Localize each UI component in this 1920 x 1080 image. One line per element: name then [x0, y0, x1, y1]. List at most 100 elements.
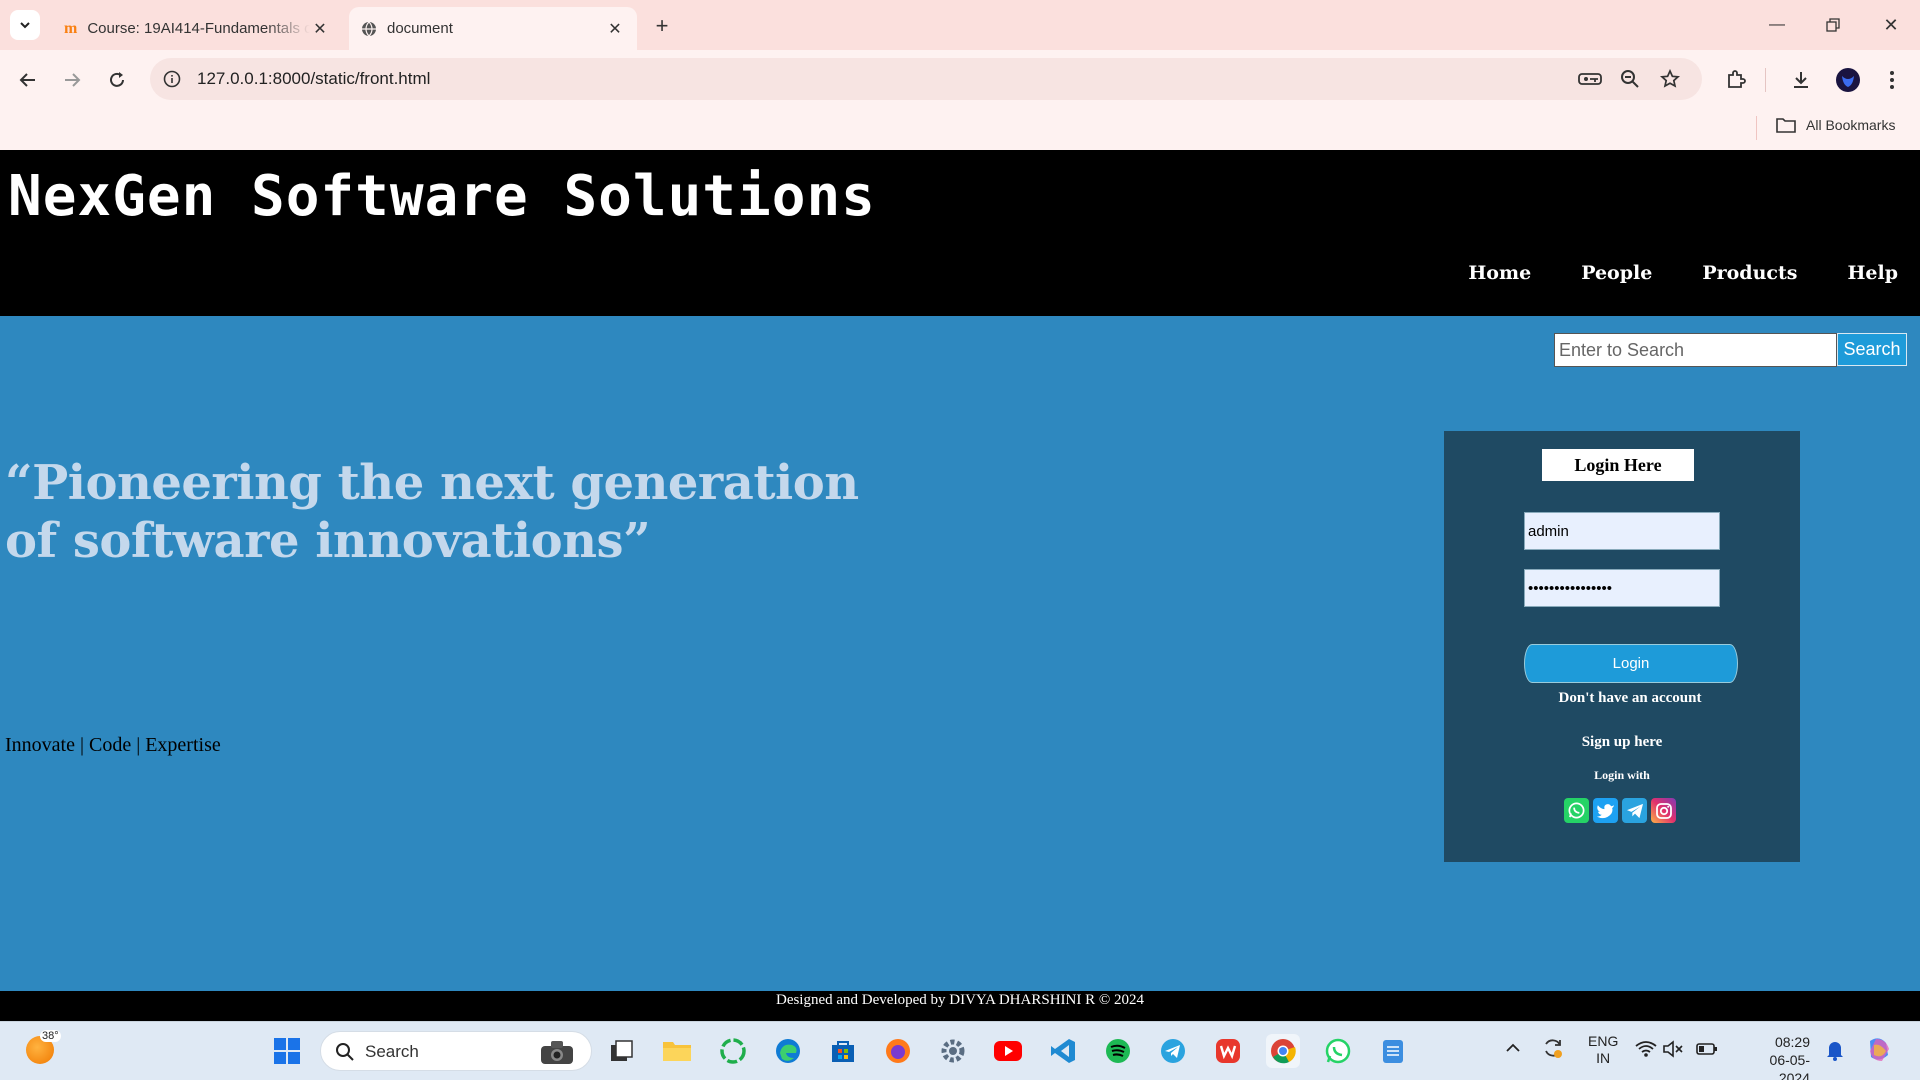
bookmark-star-icon[interactable] — [1658, 67, 1682, 91]
tab-strip: m Course: 19AI414-Fundamentals of Web Ap… — [0, 0, 1920, 50]
toolbar-divider — [1765, 68, 1766, 92]
browser-toolbar: 127.0.0.1:8000/static/front.html — [0, 50, 1920, 108]
search-input[interactable] — [1554, 333, 1837, 367]
password-field[interactable] — [1524, 569, 1720, 607]
instagram-icon[interactable] — [1651, 798, 1676, 823]
copilot-icon[interactable] — [1864, 1035, 1894, 1068]
no-account-text: Don't have an account — [1558, 690, 1702, 706]
arrow-right-icon — [65, 73, 81, 87]
whatsapp-icon[interactable] — [1564, 798, 1589, 823]
twitter-icon[interactable] — [1593, 798, 1618, 823]
sync-icon[interactable] — [1541, 1036, 1565, 1063]
edge-icon[interactable] — [771, 1034, 805, 1068]
language-indicator[interactable]: ENG IN — [1588, 1033, 1618, 1067]
spotify-icon[interactable] — [1101, 1034, 1135, 1068]
extensions-button[interactable] — [1720, 64, 1752, 96]
chrome-icon[interactable] — [1266, 1034, 1300, 1068]
login-panel: Login Here Login Don't have an account S… — [1444, 431, 1800, 862]
login-button[interactable]: Login — [1524, 644, 1738, 683]
language-bottom: IN — [1596, 1050, 1611, 1066]
restore-icon — [1826, 18, 1840, 32]
tab-document[interactable]: document ✕ — [349, 7, 637, 50]
url-text[interactable]: 127.0.0.1:8000/static/front.html — [197, 69, 430, 89]
vscode-icon[interactable] — [1046, 1034, 1080, 1068]
tab-title: Course: 19AI414-Fundamentals of Web Appl… — [87, 20, 310, 37]
clock-time: 08:29 — [1774, 1034, 1810, 1050]
camera-icon — [541, 1041, 573, 1064]
download-icon — [1794, 72, 1808, 88]
clock[interactable]: 08:29 06-05-2024 — [1742, 1033, 1810, 1080]
login-with-label: Login with — [1594, 768, 1650, 782]
restore-button[interactable] — [1813, 10, 1853, 40]
windows-taskbar: 38° Search ENG IN 08:29 06-05-2024 — [0, 1021, 1920, 1080]
chevron-down-icon — [20, 22, 30, 29]
site-title: NexGen Software Solutions — [8, 164, 876, 229]
nav-products[interactable]: Products — [1702, 262, 1797, 284]
close-window-button[interactable]: ✕ — [1871, 10, 1911, 40]
profile-avatar[interactable] — [1832, 64, 1864, 96]
tab-course[interactable]: m Course: 19AI414-Fundamentals of Web Ap… — [52, 7, 342, 50]
microsoft-store-icon[interactable] — [826, 1034, 860, 1068]
downloads-button[interactable] — [1785, 64, 1817, 96]
bookmarks-bar: All Bookmarks — [0, 108, 1920, 150]
notification-bell-icon[interactable] — [1826, 1039, 1844, 1064]
notepad-icon[interactable] — [1376, 1034, 1410, 1068]
motto: Innovate | Code | Expertise — [5, 734, 221, 756]
chevron-up-icon[interactable] — [1505, 1040, 1521, 1056]
wifi-icon[interactable] — [1635, 1040, 1657, 1061]
reload-icon — [110, 72, 124, 87]
site-footer: Designed and Developed by DIVYA DHARSHIN… — [0, 991, 1920, 1021]
arrow-left-icon — [19, 73, 35, 87]
address-bar[interactable]: 127.0.0.1:8000/static/front.html — [150, 58, 1702, 100]
close-icon[interactable]: ✕ — [310, 19, 330, 39]
language-top: ENG — [1588, 1033, 1619, 1049]
nav-help[interactable]: Help — [1847, 262, 1898, 284]
browser-menu-button[interactable] — [1876, 64, 1908, 96]
taskbar-search-label: Search — [365, 1042, 419, 1061]
reload-button[interactable] — [101, 64, 133, 96]
back-button[interactable] — [12, 64, 44, 96]
whatsapp-icon[interactable] — [1321, 1034, 1355, 1068]
file-explorer-icon[interactable] — [605, 1034, 639, 1068]
globe-icon — [362, 21, 376, 36]
close-icon[interactable]: ✕ — [605, 19, 625, 39]
password-key-icon[interactable] — [1578, 67, 1602, 91]
settings-icon[interactable] — [936, 1034, 970, 1068]
battery-icon[interactable] — [1696, 1042, 1718, 1059]
nav-people[interactable]: People — [1581, 262, 1652, 284]
firefox-icon[interactable] — [881, 1034, 915, 1068]
bookmarks-divider — [1756, 116, 1757, 140]
all-bookmarks-button[interactable]: All Bookmarks — [1776, 117, 1895, 133]
windows-start-icon[interactable] — [270, 1034, 304, 1068]
new-tab-button[interactable]: + — [650, 13, 674, 38]
folder-icon — [1776, 118, 1796, 133]
app-icon[interactable] — [716, 1034, 750, 1068]
minimize-button[interactable]: — — [1757, 10, 1797, 40]
search-button[interactable]: Search — [1837, 333, 1907, 366]
signup-link[interactable]: Sign up here — [1444, 734, 1800, 751]
youtube-icon[interactable] — [991, 1034, 1025, 1068]
tab-search-button[interactable] — [10, 10, 40, 40]
social-login-icons — [1564, 798, 1676, 823]
web-page: NexGen Software Solutions Home People Pr… — [0, 150, 1920, 1021]
puzzle-icon — [1728, 70, 1746, 88]
username-field[interactable] — [1524, 512, 1720, 550]
volume-muted-icon[interactable] — [1662, 1040, 1684, 1061]
folder-icon[interactable] — [660, 1034, 694, 1068]
site-header: NexGen Software Solutions Home People Pr… — [0, 150, 1920, 316]
tagline: “Pioneering the next generation of softw… — [5, 455, 859, 569]
clock-date: 06-05-2024 — [1769, 1052, 1810, 1080]
main-nav: Home People Products Help — [1468, 262, 1898, 284]
forward-button[interactable] — [56, 64, 88, 96]
tab-title: document — [387, 20, 453, 37]
wps-office-icon[interactable] — [1211, 1034, 1245, 1068]
telegram-icon[interactable] — [1156, 1034, 1190, 1068]
telegram-icon[interactable] — [1622, 798, 1647, 823]
nav-home[interactable]: Home — [1468, 262, 1531, 284]
site-info-icon[interactable] — [160, 67, 184, 91]
taskbar-search[interactable]: Search — [320, 1031, 592, 1071]
zoom-icon[interactable] — [1618, 67, 1642, 91]
main-section: Search “Pioneering the next generation o… — [0, 316, 1920, 991]
weather-temp: 38° — [40, 1030, 61, 1042]
more-vertical-icon — [1890, 71, 1894, 89]
